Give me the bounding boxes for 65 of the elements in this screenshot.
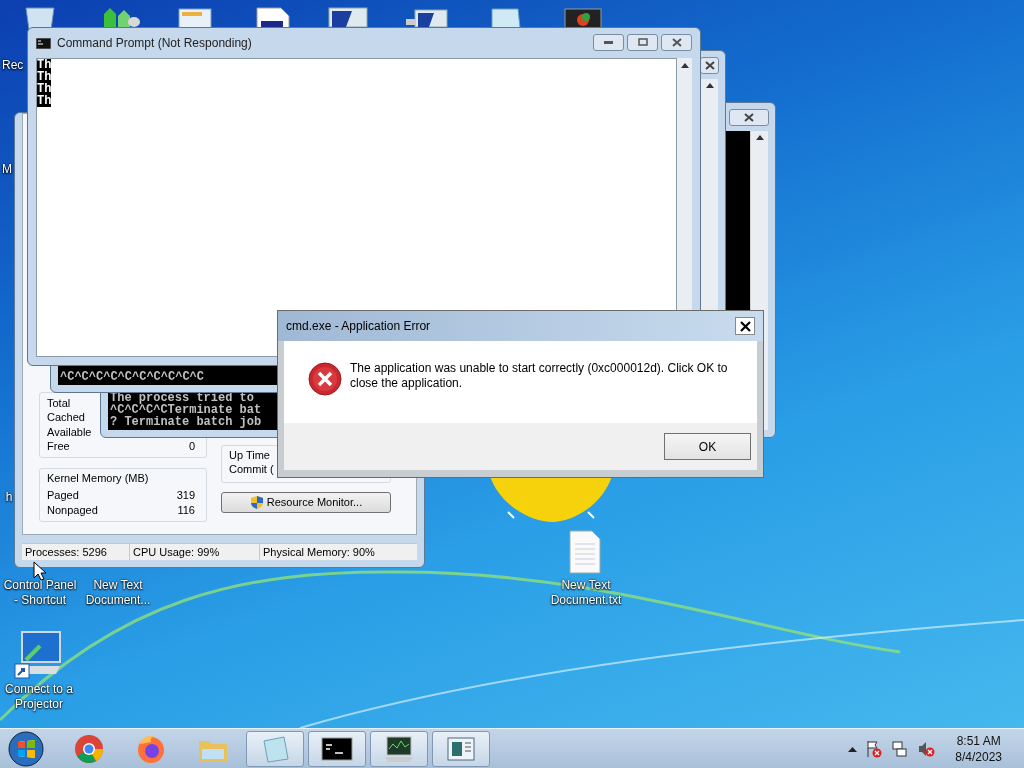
close-button[interactable] — [735, 317, 755, 335]
close-button[interactable] — [729, 109, 769, 126]
monitor-icon[interactable] — [328, 7, 368, 27]
status-text: Processes: 5296 — [22, 543, 130, 560]
status-text: CPU Usage: 99% — [130, 543, 260, 560]
firefox-icon — [136, 733, 166, 764]
desktop-icon-label[interactable]: h — [3, 490, 15, 505]
close-icon — [744, 113, 754, 122]
ok-button[interactable]: OK — [664, 433, 751, 460]
scroll-up-icon — [706, 83, 714, 88]
minimize-button[interactable] — [593, 33, 624, 51]
close-icon — [671, 37, 682, 47]
memory-value: 0 — [188, 439, 196, 454]
maximize-icon — [637, 38, 648, 46]
desktop-icon-label[interactable]: Rec — [2, 58, 24, 73]
mouse-cursor-icon — [33, 561, 46, 581]
resource-monitor-button[interactable]: Resource Monitor... — [221, 491, 391, 513]
scroll-up-icon — [681, 63, 689, 68]
console-icon — [321, 736, 353, 761]
memory-label: Nonpaged — [47, 502, 98, 518]
memory-value: 319 — [176, 487, 196, 503]
console-line: ^C^C^C^C^C^C^C^C^C^C — [60, 371, 205, 383]
console-line: ^C^C^C^CTerminate bat — [110, 404, 262, 416]
error-icon — [308, 362, 342, 396]
document-icon[interactable] — [255, 7, 291, 29]
memory-value: 116 — [177, 502, 196, 518]
group-title: Kernel Memory (MB) — [47, 470, 150, 486]
projector-monitor-icon[interactable] — [14, 630, 62, 680]
picture-icon[interactable] — [564, 8, 602, 28]
system-label: Commit ( — [229, 461, 275, 476]
status-text: Physical Memory: 90% — [262, 544, 376, 560]
chrome-icon — [74, 733, 104, 764]
memory-label: Paged — [47, 487, 79, 503]
start-button[interactable] — [6, 729, 46, 768]
network-icon[interactable] — [891, 739, 910, 758]
close-button[interactable] — [661, 33, 692, 51]
console-icon — [36, 37, 51, 49]
window-icon[interactable] — [178, 8, 212, 28]
taskbar-button[interactable] — [308, 730, 366, 767]
recycle-bin-icon[interactable] — [22, 6, 58, 30]
window-title: Command Prompt (Not Responding) — [57, 35, 252, 52]
memory-label: Cached — [47, 410, 85, 425]
minimize-icon — [604, 40, 613, 44]
task-manager-icon — [383, 734, 415, 763]
shield-icon — [249, 494, 264, 510]
console-line: ? Terminate batch job — [110, 416, 262, 428]
system-label: Up Time — [229, 447, 271, 462]
dialog-title: cmd.exe - Application Error — [286, 318, 431, 335]
notepad-icon — [260, 734, 290, 763]
close-icon — [704, 61, 715, 70]
memory-label: Available — [47, 424, 92, 439]
desktop-icon-label[interactable]: M — [0, 162, 14, 177]
scroll-up-icon — [756, 135, 764, 140]
memory-label: Free — [47, 439, 70, 454]
monitor-icon[interactable] — [405, 9, 449, 27]
clock[interactable]: 8:51 AM 8/4/2023 — [955, 732, 1002, 765]
error-message: The application was unable to start correctly (0xc000012d). Click OK to close the application. — [350, 361, 729, 391]
window-icon — [447, 736, 475, 761]
flag-warning-icon[interactable] — [865, 739, 884, 758]
desktop-icon-label[interactable]: Control Panel - Shortcut — [0, 578, 80, 608]
taskbar-button[interactable] — [370, 730, 428, 767]
memory-label: Total — [47, 395, 71, 410]
maximize-button[interactable] — [627, 33, 658, 51]
show-hidden-icons-icon[interactable] — [848, 745, 858, 752]
close-icon — [739, 320, 751, 332]
